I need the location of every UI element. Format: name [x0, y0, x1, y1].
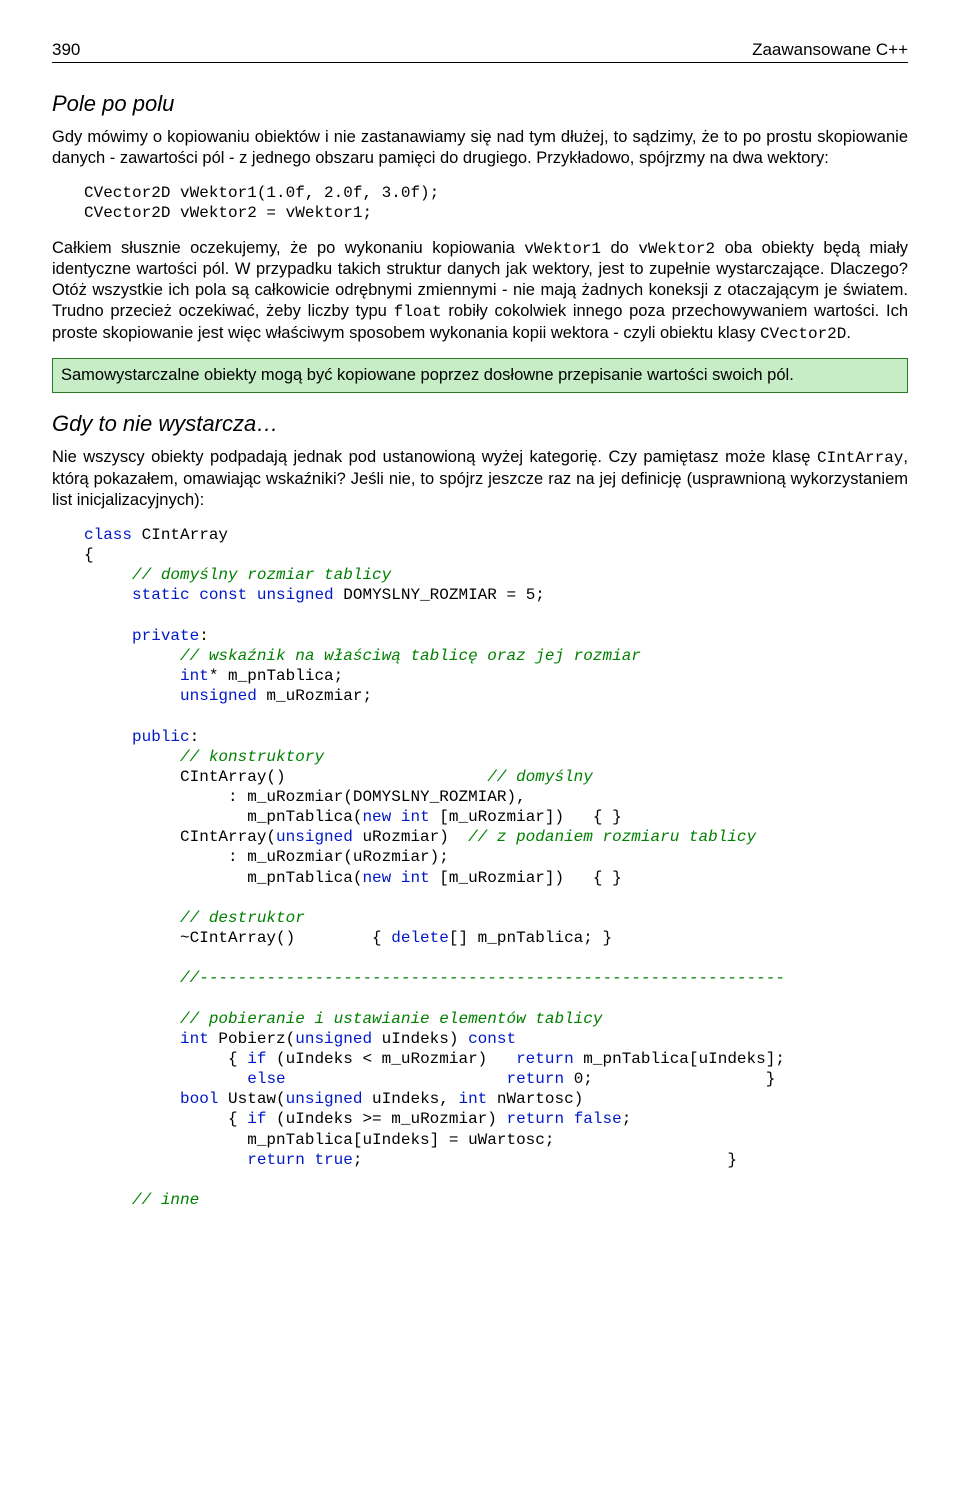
page-number: 390: [52, 40, 80, 60]
code-block-1: CVector2D vWektor1(1.0f, 2.0f, 3.0f); CV…: [84, 183, 908, 223]
para-1: Gdy mówimy o kopiowaniu obiektów i nie z…: [52, 127, 908, 169]
para-2: Całkiem słusznie oczekujemy, że po wykon…: [52, 238, 908, 345]
section-title-2: Gdy to nie wystarcza…: [52, 411, 908, 437]
inline-code: CVector2D: [760, 325, 846, 343]
highlight-note: Samowystarczalne obiekty mogą być kopiow…: [52, 358, 908, 393]
section-title-1: Pole po polu: [52, 91, 908, 117]
para-3: Nie wszyscy obiekty podpadają jednak pod…: [52, 447, 908, 511]
page: 390 Zaawansowane C++ Pole po polu Gdy mó…: [0, 0, 960, 1244]
code-line: CVector2D vWektor1(1.0f, 2.0f, 3.0f);: [84, 184, 439, 202]
page-header: 390 Zaawansowane C++: [52, 40, 908, 63]
header-title: Zaawansowane C++: [752, 40, 908, 60]
inline-code: vWektor2: [638, 240, 715, 258]
code-block-2: class CIntArray { // domyślny rozmiar ta…: [84, 525, 908, 1210]
inline-code: vWektor1: [524, 240, 601, 258]
code-line: CVector2D vWektor2 = vWektor1;: [84, 204, 372, 222]
inline-code: float: [394, 303, 442, 321]
inline-code: CIntArray: [817, 449, 903, 467]
